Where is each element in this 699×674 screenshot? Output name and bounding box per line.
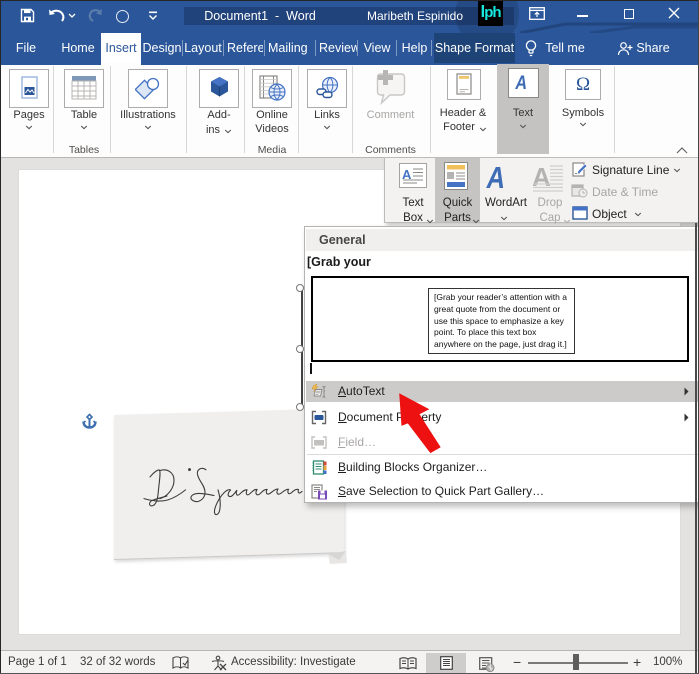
svg-text:A: A	[486, 163, 505, 191]
svg-text:Ω: Ω	[576, 74, 590, 95]
svg-text:A: A	[514, 72, 527, 93]
